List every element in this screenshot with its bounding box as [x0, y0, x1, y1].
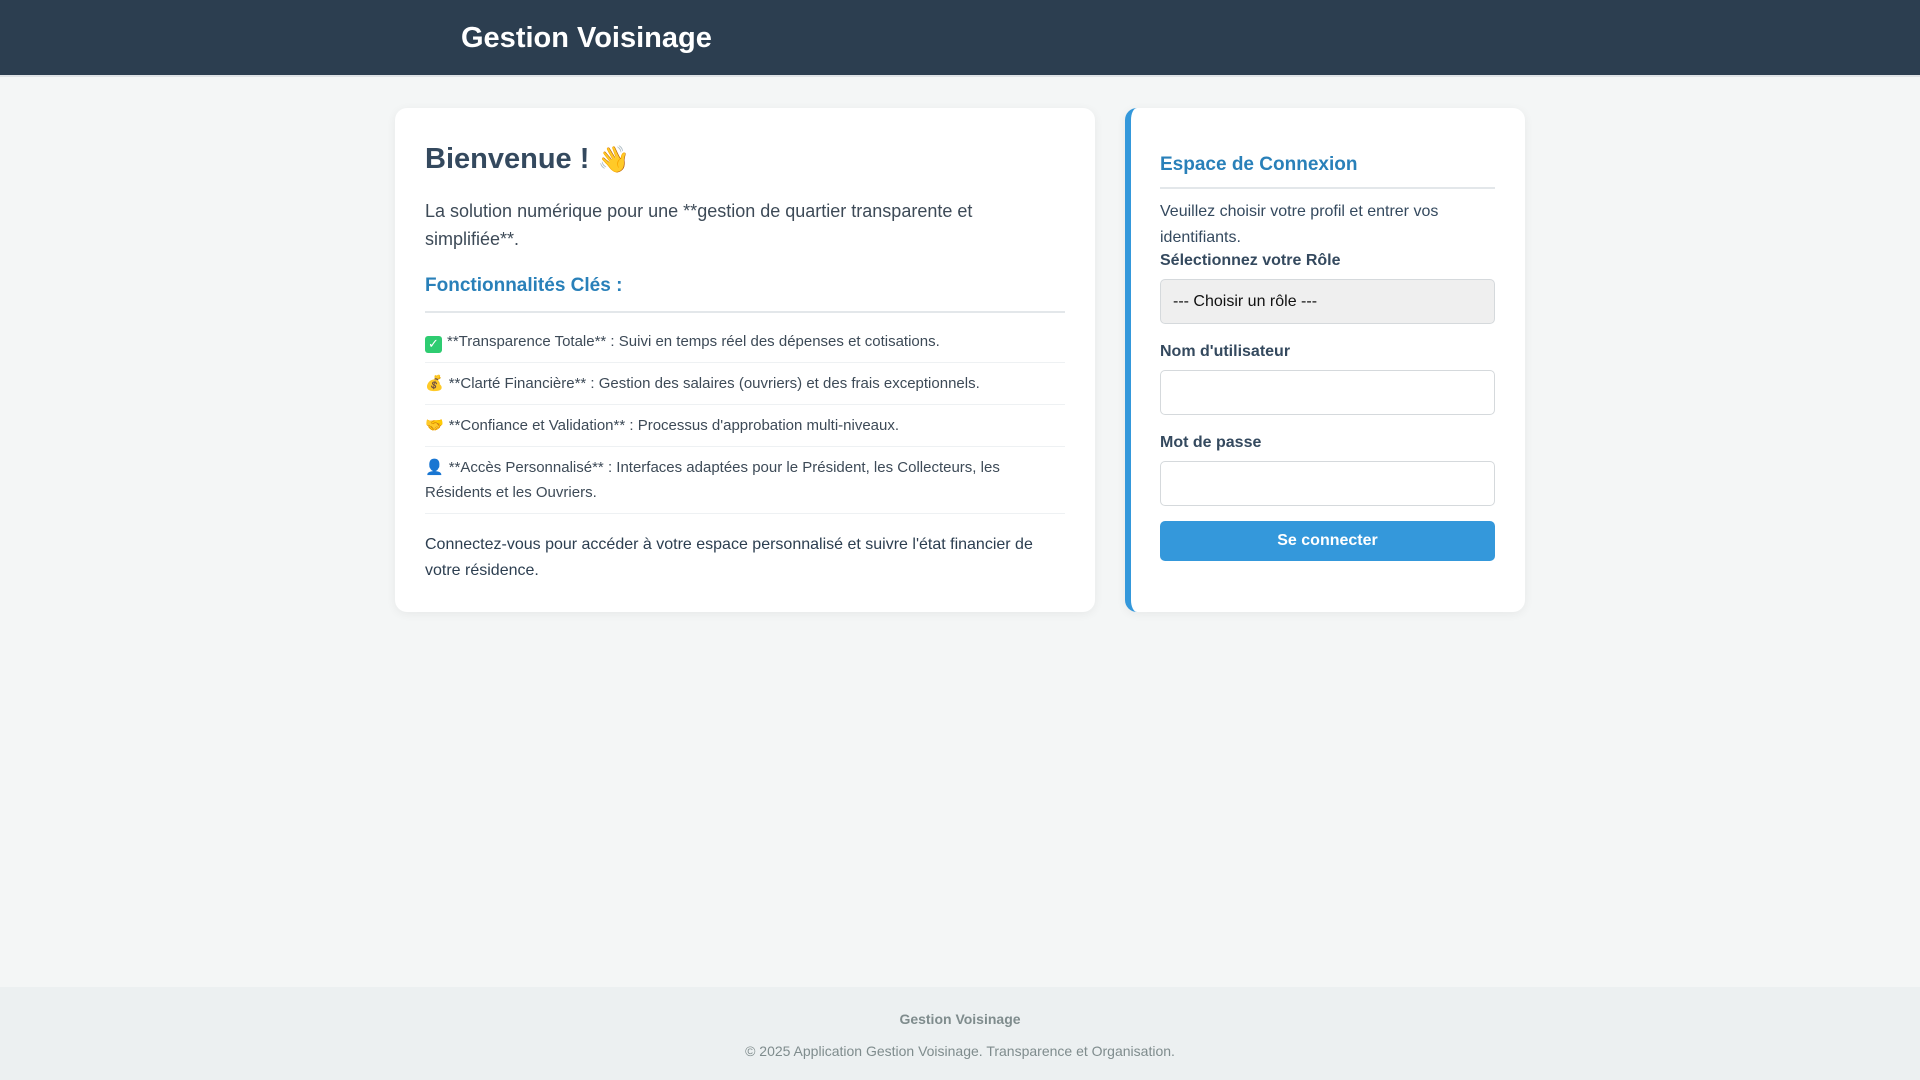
login-description: Veuillez choisir votre profil et entrer …	[1160, 203, 1439, 246]
feature-item-transparency: ✓ **Transparence Totale** : Suivi en temp…	[425, 321, 1065, 363]
welcome-card: Bienvenue ! 👋 La solution numérique pour…	[395, 108, 1095, 612]
username-label: Nom d'utilisateur	[1160, 343, 1291, 360]
outro-text: Connectez-vous pour accéder à votre espa…	[425, 536, 1033, 579]
feature-text: **Clarté Financière** : Gestion des sala…	[448, 375, 980, 392]
role-label: Sélectionnez votre Rôle	[1160, 252, 1341, 269]
money-bag-icon: 💰	[425, 374, 444, 392]
role-selected-value: --- Choisir un rôle ---	[1173, 293, 1318, 310]
login-title: Espace de Connexion	[1160, 153, 1495, 189]
feature-text: **Transparence Totale** : Suivi en temps…	[447, 333, 940, 350]
footer: Gestion Voisinage © 2025 Application Ges…	[0, 987, 1920, 1080]
app-brand[interactable]: Gestion Voisinage	[461, 20, 712, 56]
feature-item-access: 👤 **Accès Personnalisé** : Interfaces ada…	[425, 447, 1065, 514]
login-card: Espace de Connexion Veuillez choisir vot…	[1125, 108, 1525, 612]
password-input[interactable]	[1160, 461, 1495, 506]
features-heading: Fonctionnalités Clés :	[425, 272, 1065, 313]
features-list: ✓ **Transparence Totale** : Suivi en temp…	[425, 321, 1065, 514]
welcome-title: Bienvenue ! 👋	[425, 138, 1065, 181]
username-group: Nom d'utilisateur	[1160, 342, 1495, 415]
username-input[interactable]	[1160, 370, 1495, 415]
password-label: Mot de passe	[1160, 434, 1262, 451]
role-group: Sélectionnez votre Rôle --- Choisir un r…	[1160, 251, 1495, 324]
welcome-title-text: Bienvenue !	[425, 143, 590, 175]
footer-brand: Gestion Voisinage	[899, 1011, 1021, 1027]
role-select[interactable]: --- Choisir un rôle ---	[1160, 279, 1495, 324]
feature-text: **Accès Personnalisé** : Interfaces adap…	[425, 459, 1000, 501]
check-mark-icon: ✓	[425, 336, 442, 353]
feature-item-validation: 🤝 **Confiance et Validation** : Processus…	[425, 405, 1065, 447]
waving-hand-icon: 👋	[597, 145, 630, 175]
login-button[interactable]: Se connecter	[1160, 521, 1495, 561]
intro-text: La solution numérique pour une **gestion…	[425, 201, 973, 249]
handshake-icon: 🤝	[425, 416, 444, 434]
footer-copyright: © 2025 Application Gestion Voisinage. Tr…	[745, 1043, 1175, 1059]
feature-text: **Confiance et Validation** : Processus …	[448, 417, 900, 434]
top-navbar: Gestion Voisinage	[0, 0, 1920, 77]
password-group: Mot de passe	[1160, 433, 1495, 506]
feature-item-finance: 💰 **Clarté Financière** : Gestion des sal…	[425, 363, 1065, 405]
person-icon: 👤	[425, 458, 444, 476]
